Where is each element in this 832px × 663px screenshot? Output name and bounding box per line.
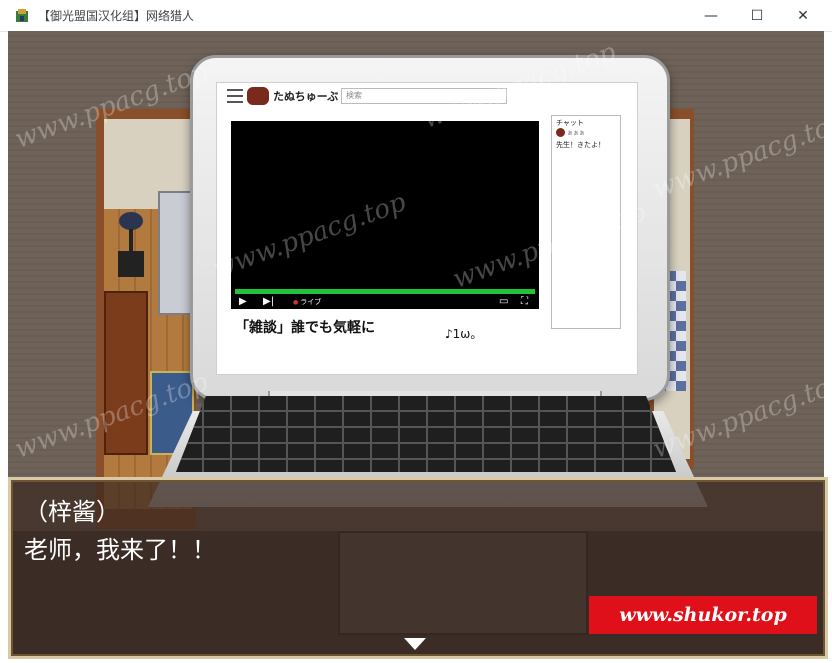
- live-label: ライブ: [293, 296, 321, 309]
- chat-username: ぁぁぁ: [567, 130, 586, 137]
- window-titlebar: 【御光盟国汉化组】网络猎人 — ☐ ✕: [0, 0, 832, 32]
- site-name: たぬちゅーぶ: [273, 90, 339, 103]
- continue-arrow-icon[interactable]: [404, 638, 426, 650]
- handwritten-note: ♪1ω。: [445, 327, 483, 341]
- video-controls: ▶ ▶| ライブ ▭ ⛶: [231, 295, 539, 309]
- play-icon[interactable]: ▶: [239, 296, 247, 308]
- video-progress-bar[interactable]: [235, 289, 535, 294]
- next-icon[interactable]: ▶|: [263, 296, 274, 308]
- tanuki-logo-icon: [247, 87, 269, 105]
- laptop-screen: たぬちゅーぶ 検索 ▶ ▶| ライブ ▭ ⛶ 「雑談」誰でも気軽に ♪1ω。 チ…: [216, 82, 638, 375]
- chat-title: チャット: [556, 119, 584, 127]
- maximize-button[interactable]: ☐: [734, 0, 780, 31]
- chat-panel: チャット ぁぁぁ 先生！きたよ！: [551, 115, 621, 329]
- dialogue-speaker: （梓酱）: [24, 498, 120, 526]
- search-input[interactable]: 検索: [341, 88, 507, 104]
- video-title: 「雑談」誰でも気軽に: [235, 320, 375, 336]
- keyboard-rows: [176, 396, 676, 472]
- theater-mode-icon[interactable]: ▭: [499, 296, 508, 308]
- dialogue-text: 老师，我来了！！: [24, 536, 216, 564]
- app-icon: [16, 9, 28, 22]
- fullscreen-icon[interactable]: ⛶: [521, 296, 528, 308]
- window-title: 【御光盟国汉化组】网络猎人: [38, 9, 195, 23]
- promo-badge: www.shukor.top: [589, 596, 817, 634]
- menu-icon[interactable]: [227, 89, 243, 103]
- minimize-button[interactable]: —: [688, 0, 734, 31]
- chat-avatar-icon: [556, 128, 565, 137]
- site-header: たぬちゅーぶ 検索: [217, 83, 637, 109]
- bookshelf: [104, 291, 148, 455]
- video-player[interactable]: ▶ ▶| ライブ ▭ ⛶: [231, 121, 539, 309]
- close-button[interactable]: ✕: [780, 0, 826, 31]
- chat-message: 先生！きたよ！: [556, 141, 605, 149]
- lamp-icon: [118, 212, 144, 277]
